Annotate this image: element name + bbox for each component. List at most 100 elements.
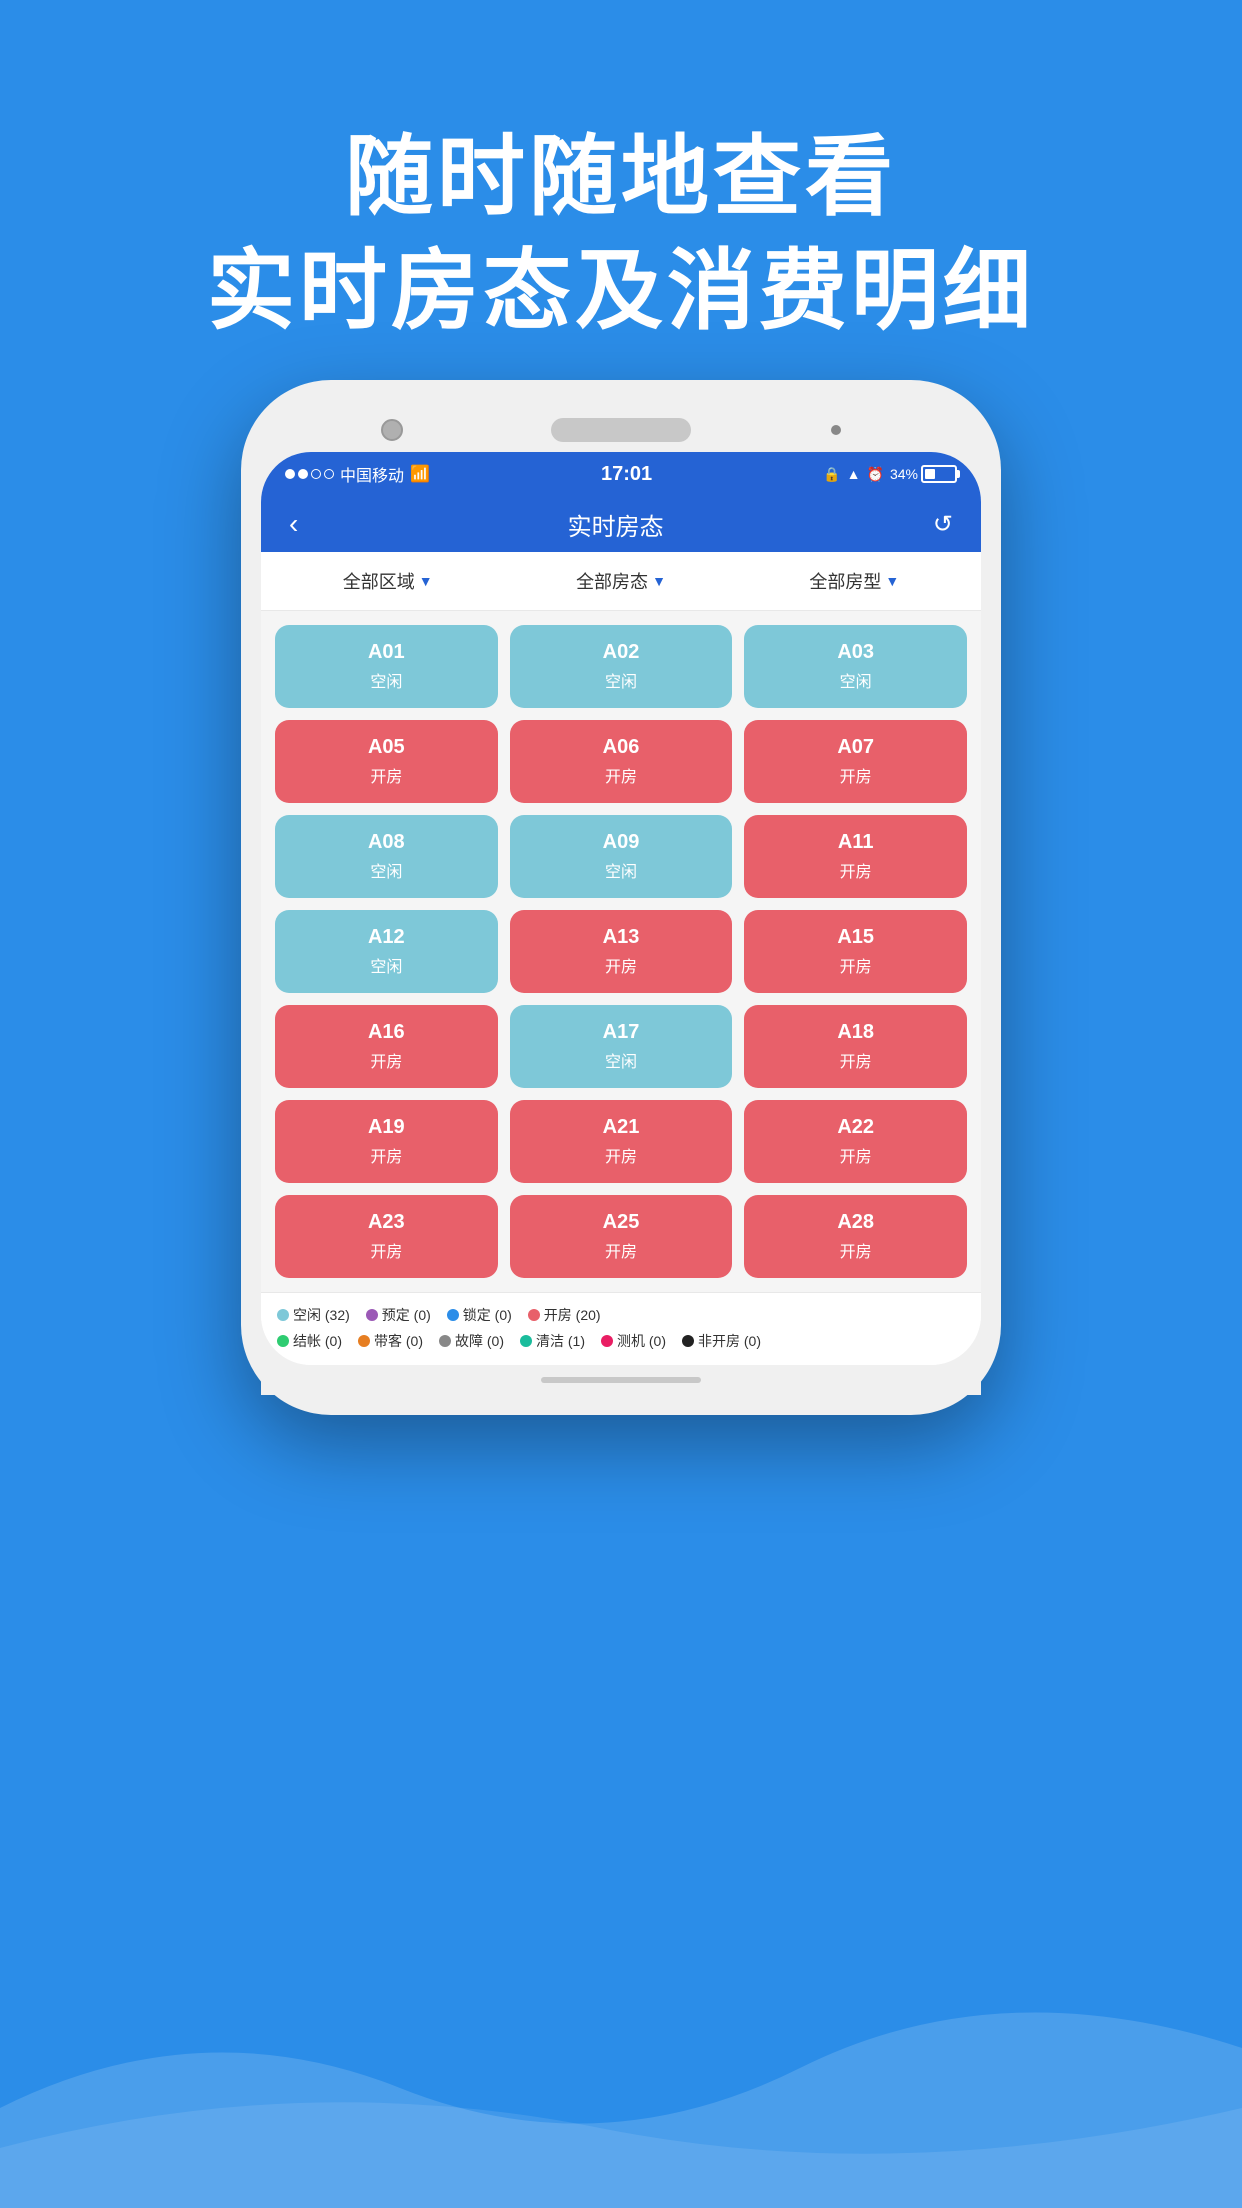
signal-dot-4 <box>324 469 334 479</box>
legend-label: 非开房 (0) <box>698 1331 761 1351</box>
hero-section: 随时随地查看 实时房态及消费明细 <box>0 120 1242 349</box>
room-status: 开房 <box>754 858 957 882</box>
signal-dots <box>285 469 334 479</box>
legend-item: 开房 (20) <box>528 1305 601 1325</box>
filter-area[interactable]: 全部区域 ▼ <box>343 568 433 594</box>
filter-type-label: 全部房型 <box>809 568 881 594</box>
room-card[interactable]: A25 开房 <box>510 1195 733 1278</box>
phone-hardware-top <box>261 400 981 452</box>
battery-fill <box>925 469 935 479</box>
room-card[interactable]: A18 开房 <box>744 1005 967 1088</box>
room-number: A05 <box>285 736 488 759</box>
room-card[interactable]: A11 开房 <box>744 815 967 898</box>
battery-indicator: 34% <box>890 465 957 483</box>
room-card[interactable]: A06 开房 <box>510 720 733 803</box>
legend-row-2: 结帐 (0) 带客 (0) 故障 (0) 清洁 (1) 测机 (0) 非开房 (… <box>277 1331 965 1351</box>
room-status: 开房 <box>520 1143 723 1167</box>
room-number: A16 <box>285 1021 488 1044</box>
legend-label: 空闲 (32) <box>293 1305 350 1325</box>
room-card[interactable]: A12 空闲 <box>275 910 498 993</box>
phone-camera <box>381 419 403 441</box>
room-number: A17 <box>520 1021 723 1044</box>
filter-type[interactable]: 全部房型 ▼ <box>809 568 899 594</box>
legend-dot <box>439 1335 451 1347</box>
legend-item: 锁定 (0) <box>447 1305 512 1325</box>
room-card[interactable]: A23 开房 <box>275 1195 498 1278</box>
legend-dot <box>520 1335 532 1347</box>
legend-dot <box>601 1335 613 1347</box>
wave-decoration <box>0 1908 1242 2208</box>
room-card[interactable]: A19 开房 <box>275 1100 498 1183</box>
phone-frame: 中国移动 📶 17:01 🔒 ▲ ⏰ 34% <box>241 380 1001 1415</box>
legend-dot <box>447 1309 459 1321</box>
filter-area-arrow: ▼ <box>419 573 433 589</box>
hero-line1: 随时随地查看 <box>345 127 897 226</box>
room-number: A12 <box>285 926 488 949</box>
phone-mockup: 中国移动 📶 17:01 🔒 ▲ ⏰ 34% <box>241 380 1001 1415</box>
room-status: 空闲 <box>285 953 488 977</box>
room-status: 空闲 <box>285 858 488 882</box>
legend-dot <box>358 1335 370 1347</box>
room-status: 开房 <box>520 1238 723 1262</box>
back-button[interactable]: ‹ <box>289 508 298 540</box>
room-number: A01 <box>285 641 488 664</box>
room-status: 空闲 <box>520 858 723 882</box>
legend-row-1: 空闲 (32) 预定 (0) 锁定 (0) 开房 (20) <box>277 1305 965 1325</box>
room-number: A15 <box>754 926 957 949</box>
room-status: 开房 <box>754 1048 957 1072</box>
room-status: 开房 <box>285 1143 488 1167</box>
legend-label: 清洁 (1) <box>536 1331 585 1351</box>
wifi-icon: 📶 <box>410 464 430 484</box>
filter-bar: 全部区域 ▼ 全部房态 ▼ 全部房型 ▼ <box>261 552 981 611</box>
room-card[interactable]: A07 开房 <box>744 720 967 803</box>
room-status: 开房 <box>520 763 723 787</box>
room-card[interactable]: A02 空闲 <box>510 625 733 708</box>
room-status: 开房 <box>754 953 957 977</box>
legend-label: 带客 (0) <box>374 1331 423 1351</box>
hero-line2: 实时房态及消费明细 <box>207 241 1035 340</box>
room-grid-container: A01 空闲 A02 空闲 A03 空闲 A05 开房 A06 开房 A07 开… <box>261 611 981 1292</box>
room-card[interactable]: A05 开房 <box>275 720 498 803</box>
legend-item: 预定 (0) <box>366 1305 431 1325</box>
phone-screen: 中国移动 📶 17:01 🔒 ▲ ⏰ 34% <box>261 452 981 1365</box>
legend-dot <box>277 1309 289 1321</box>
room-number: A18 <box>754 1021 957 1044</box>
room-number: A23 <box>285 1211 488 1234</box>
room-card[interactable]: A21 开房 <box>510 1100 733 1183</box>
room-number: A22 <box>754 1116 957 1139</box>
filter-status[interactable]: 全部房态 ▼ <box>576 568 666 594</box>
filter-status-label: 全部房态 <box>576 568 648 594</box>
legend-label: 锁定 (0) <box>463 1305 512 1325</box>
room-number: A19 <box>285 1116 488 1139</box>
room-card[interactable]: A28 开房 <box>744 1195 967 1278</box>
room-card[interactable]: A17 空闲 <box>510 1005 733 1088</box>
room-card[interactable]: A13 开房 <box>510 910 733 993</box>
room-card[interactable]: A09 空闲 <box>510 815 733 898</box>
room-card[interactable]: A16 开房 <box>275 1005 498 1088</box>
room-card[interactable]: A15 开房 <box>744 910 967 993</box>
refresh-button[interactable]: ↺ <box>933 510 953 539</box>
legend-dot <box>528 1309 540 1321</box>
legend-item: 测机 (0) <box>601 1331 666 1351</box>
room-status: 开房 <box>285 1048 488 1072</box>
room-card[interactable]: A03 空闲 <box>744 625 967 708</box>
status-right: 🔒 ▲ ⏰ 34% <box>823 465 957 483</box>
legend-dot <box>366 1309 378 1321</box>
room-status: 空闲 <box>520 1048 723 1072</box>
legend-label: 故障 (0) <box>455 1331 504 1351</box>
status-time: 17:01 <box>601 463 652 486</box>
room-card[interactable]: A01 空闲 <box>275 625 498 708</box>
legend-item: 空闲 (32) <box>277 1305 350 1325</box>
room-number: A07 <box>754 736 957 759</box>
legend-label: 预定 (0) <box>382 1305 431 1325</box>
room-number: A11 <box>754 831 957 854</box>
room-status: 开房 <box>520 953 723 977</box>
lock-icon: 🔒 <box>823 466 840 483</box>
room-status: 空闲 <box>520 668 723 692</box>
status-bar: 中国移动 📶 17:01 🔒 ▲ ⏰ 34% <box>261 452 981 496</box>
filter-type-arrow: ▼ <box>885 573 899 589</box>
room-status: 开房 <box>285 763 488 787</box>
room-card[interactable]: A08 空闲 <box>275 815 498 898</box>
signal-dot-3 <box>311 469 321 479</box>
room-card[interactable]: A22 开房 <box>744 1100 967 1183</box>
